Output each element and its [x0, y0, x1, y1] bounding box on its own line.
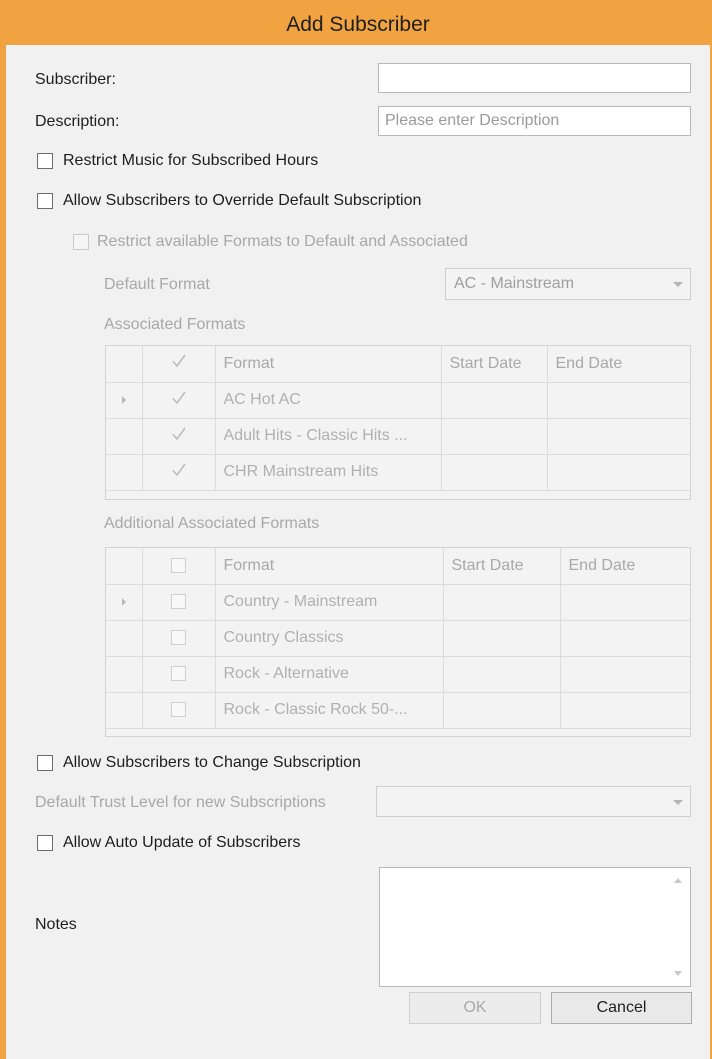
format-cell[interactable]: Rock - Classic Rock 50-... [215, 692, 444, 729]
restrict-music-row[interactable]: Restrict Music for Subscribed Hours [37, 151, 318, 171]
row-checkbox[interactable] [171, 594, 186, 610]
start-date-column-header[interactable]: Start Date [443, 548, 561, 585]
end-date-cell[interactable] [547, 382, 690, 419]
end-date-cell[interactable] [547, 454, 690, 491]
additional-formats-grid: Format Start Date End Date Country - Mai… [105, 547, 691, 737]
default-format-label: Default Format [104, 276, 210, 293]
table-row[interactable]: Adult Hits - Classic Hits ... [106, 418, 690, 455]
restrict-music-checkbox[interactable] [37, 153, 53, 169]
checkmark-icon [171, 353, 187, 369]
notes-textarea[interactable] [379, 867, 691, 987]
start-date-cell[interactable] [443, 584, 561, 621]
scroll-up-icon[interactable] [674, 878, 682, 883]
row-checkbox[interactable] [171, 630, 186, 646]
notes-label: Notes [35, 916, 77, 933]
scroll-down-icon[interactable] [674, 971, 682, 976]
format-column-header[interactable]: Format [215, 548, 444, 585]
associated-formats-grid: Format Start Date End Date AC Hot AC Adu… [105, 345, 691, 500]
auto-update-checkbox[interactable] [37, 835, 53, 851]
end-date-cell[interactable] [560, 620, 690, 657]
allow-change-checkbox[interactable] [37, 755, 53, 771]
trust-level-label: Default Trust Level for new Subscription… [35, 794, 326, 811]
format-cell[interactable]: CHR Mainstream Hits [215, 454, 442, 491]
start-date-cell[interactable] [443, 692, 561, 729]
format-cell[interactable]: Adult Hits - Classic Hits ... [215, 418, 442, 455]
row-check-cell[interactable] [142, 382, 216, 419]
start-date-cell[interactable] [443, 656, 561, 693]
table-row[interactable]: Country Classics [106, 620, 690, 657]
end-date-cell[interactable] [560, 656, 690, 693]
chevron-down-icon [673, 282, 683, 287]
cancel-button[interactable]: Cancel [551, 992, 692, 1024]
table-row[interactable]: Rock - Classic Rock 50-... [106, 692, 690, 729]
start-date-column-header[interactable]: Start Date [441, 346, 548, 383]
end-date-cell[interactable] [560, 584, 690, 621]
dialog-body: Subscriber: Description: Restrict Music … [6, 45, 710, 1059]
description-input[interactable] [378, 106, 691, 136]
start-date-cell[interactable] [441, 454, 548, 491]
allow-override-checkbox[interactable] [37, 193, 53, 209]
auto-update-row[interactable]: Allow Auto Update of Subscribers [37, 833, 300, 853]
row-indicator-icon [121, 396, 126, 404]
default-format-value: AC - Mainstream [454, 275, 575, 292]
start-date-cell[interactable] [441, 418, 548, 455]
chevron-down-icon [673, 799, 683, 805]
select-all-checkbox[interactable] [171, 558, 186, 574]
format-cell[interactable]: AC Hot AC [215, 382, 442, 419]
table-row[interactable]: AC Hot AC [106, 382, 690, 419]
header-check-cell[interactable] [142, 548, 216, 585]
format-cell[interactable]: Rock - Alternative [215, 656, 444, 693]
start-date-cell[interactable] [443, 620, 561, 657]
trust-level-combo[interactable] [376, 786, 691, 817]
description-label: Description: [35, 113, 120, 130]
restrict-formats-checkbox[interactable] [73, 234, 89, 250]
table-row[interactable]: CHR Mainstream Hits [106, 454, 690, 491]
row-indicator-icon [121, 598, 126, 606]
grid-header-row: Format Start Date End Date [106, 346, 690, 383]
additional-formats-label: Additional Associated Formats [104, 515, 320, 532]
format-cell[interactable]: Country Classics [215, 620, 444, 657]
format-column-header[interactable]: Format [215, 346, 442, 383]
end-date-column-header[interactable]: End Date [547, 346, 690, 383]
row-checkbox[interactable] [171, 666, 186, 682]
restrict-formats-label: Restrict available Formats to Default an… [97, 233, 468, 250]
checkmark-icon [171, 462, 187, 478]
end-date-cell[interactable] [560, 692, 690, 729]
row-checkbox[interactable] [171, 702, 186, 718]
default-format-combo[interactable]: AC - Mainstream [445, 268, 691, 300]
restrict-formats-row[interactable]: Restrict available Formats to Default an… [73, 232, 468, 252]
row-check-cell[interactable] [142, 454, 216, 491]
checkmark-icon [171, 426, 187, 442]
table-row[interactable]: Country - Mainstream [106, 584, 690, 621]
associated-formats-label: Associated Formats [104, 316, 246, 333]
ok-button[interactable]: OK [409, 992, 541, 1024]
end-date-column-header[interactable]: End Date [560, 548, 690, 585]
allow-override-row[interactable]: Allow Subscribers to Override Default Su… [37, 191, 421, 211]
end-date-cell[interactable] [547, 418, 690, 455]
table-row[interactable]: Rock - Alternative [106, 656, 690, 693]
allow-change-label: Allow Subscribers to Change Subscription [63, 754, 361, 771]
restrict-music-label: Restrict Music for Subscribed Hours [63, 152, 319, 169]
subscriber-label: Subscriber: [35, 71, 116, 88]
header-check-cell[interactable] [142, 346, 216, 383]
auto-update-label: Allow Auto Update of Subscribers [63, 834, 301, 851]
checkmark-icon [171, 390, 187, 406]
start-date-cell[interactable] [441, 382, 548, 419]
row-check-cell[interactable] [142, 418, 216, 455]
allow-override-label: Allow Subscribers to Override Default Su… [63, 192, 422, 209]
subscriber-input[interactable] [378, 63, 691, 93]
dialog-title-bar[interactable]: Add Subscriber [6, 5, 710, 45]
allow-change-row[interactable]: Allow Subscribers to Change Subscription [37, 753, 361, 773]
format-cell[interactable]: Country - Mainstream [215, 584, 444, 621]
grid-header-row: Format Start Date End Date [106, 548, 690, 585]
dialog-title: Add Subscriber [286, 13, 430, 36]
